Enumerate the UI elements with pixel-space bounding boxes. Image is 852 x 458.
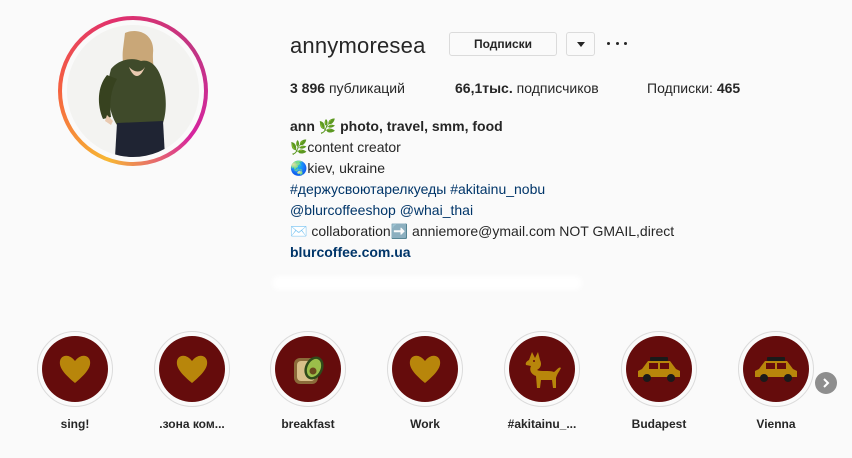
highlight-ring <box>154 331 230 407</box>
highlight-ring <box>37 331 113 407</box>
story-highlight[interactable]: breakfast <box>269 331 347 431</box>
highlight-cover <box>392 336 458 402</box>
avatar[interactable] <box>67 25 199 157</box>
bio-contact: ✉️ collaboration➡️ anniemore@ymail.com N… <box>290 223 675 239</box>
highlights-next-button[interactable] <box>815 372 837 394</box>
followers-stat[interactable]: 66,1тыс. подписчиков <box>455 80 599 96</box>
chevron-down-icon <box>576 41 585 47</box>
highlight-label: Vienna <box>756 417 796 431</box>
highlight-ring <box>738 331 814 407</box>
following-label: Подписки: <box>647 80 713 96</box>
story-highlight[interactable]: .зона ком... <box>153 331 231 431</box>
chevron-right-icon <box>823 378 830 388</box>
highlight-label: sing! <box>60 417 90 431</box>
highlight-ring <box>504 331 580 407</box>
bio-line: 🌿content creator <box>290 139 401 155</box>
profile-bio: ann 🌿 photo, travel, smm, food 🌿content … <box>290 116 674 263</box>
highlight-cover <box>626 336 692 402</box>
highlight-cover <box>275 336 341 402</box>
highlight-label: Budapest <box>631 417 687 431</box>
following-button[interactable]: Подписки <box>449 32 557 56</box>
followers-label: подписчиков <box>516 80 599 96</box>
heart-icon <box>176 355 208 383</box>
story-highlight[interactable]: Work <box>386 331 464 431</box>
followers-count: 66,1тыс. <box>455 80 513 96</box>
bio-mentions[interactable]: @blurcoffeeshop @whai_thai <box>290 200 674 221</box>
following-count: 465 <box>716 80 741 96</box>
avatar-photo <box>67 25 199 157</box>
story-highlight[interactable]: Vienna <box>737 331 815 431</box>
bio-hashtags[interactable]: #держусвоютарелкуеды #akitainu_nobu <box>290 179 674 200</box>
dot-icon <box>624 41 627 45</box>
bio-line: 🌏kiev, ukraine <box>290 160 385 176</box>
posts-stat: 3 896 публикаций <box>290 80 405 96</box>
highlight-cover <box>743 336 809 402</box>
redacted-text <box>272 276 582 290</box>
highlight-label: .зона ком... <box>159 417 225 431</box>
heart-icon <box>59 355 91 383</box>
suggestions-dropdown-button[interactable] <box>566 32 595 56</box>
bio-full-name: ann 🌿 photo, travel, smm, food <box>290 118 503 134</box>
highlight-label: #akitainu_... <box>507 417 577 431</box>
avocado-toast-icon <box>294 356 324 384</box>
following-stat[interactable]: Подписки: 465 <box>647 80 740 96</box>
posts-label: публикаций <box>328 80 405 96</box>
story-highlight[interactable]: sing! <box>36 331 114 431</box>
heart-icon <box>409 355 441 383</box>
dog-icon <box>525 352 561 388</box>
highlight-ring <box>621 331 697 407</box>
profile-username: annymoresea <box>290 33 426 58</box>
car-icon <box>755 357 797 382</box>
dot-icon <box>607 41 610 45</box>
posts-count: 3 896 <box>290 80 326 96</box>
highlight-label: Work <box>410 417 440 431</box>
profile-avatar-ring[interactable] <box>58 16 208 166</box>
more-options-button[interactable] <box>607 36 627 50</box>
highlight-ring <box>387 331 463 407</box>
story-highlight[interactable]: Budapest <box>620 331 698 431</box>
highlight-cover <box>42 336 108 402</box>
highlight-label: breakfast <box>281 417 335 431</box>
highlight-ring <box>270 331 346 407</box>
highlight-cover <box>509 336 575 402</box>
story-highlight[interactable]: #akitainu_... <box>503 331 581 431</box>
bio-website-link[interactable]: blurcoffee.com.ua <box>290 242 674 263</box>
highlight-cover <box>159 336 225 402</box>
dot-icon <box>615 41 619 45</box>
car-icon <box>638 357 680 382</box>
